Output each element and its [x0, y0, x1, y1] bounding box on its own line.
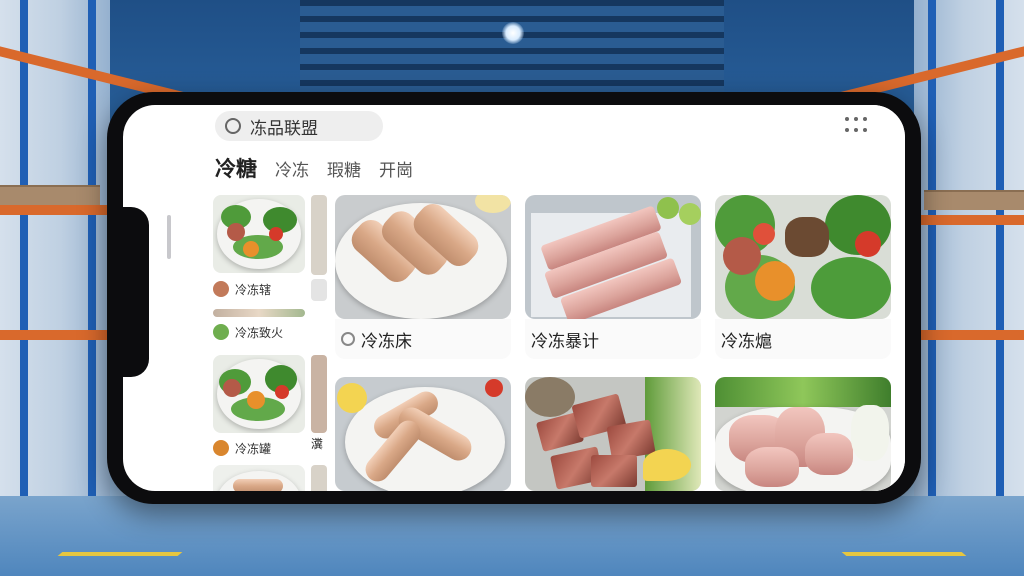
phone-device: 冻品联盟 冷糖 冷冻 瑕糖 开崗 冷冻辖 冷冻致火 冷冻罐 瀵 冷冻床 冷冻暴计… — [107, 92, 921, 504]
app-logo-icon — [225, 118, 241, 134]
warehouse-floor — [0, 496, 1024, 576]
rack-beam — [0, 330, 110, 340]
rack-beam — [0, 205, 110, 215]
sidebar-peek-column: 瀵 — [311, 195, 327, 491]
product-image — [715, 195, 891, 319]
sidebar-item-icon — [213, 324, 229, 340]
tab-0[interactable]: 冷糖 — [215, 153, 257, 183]
app-title: 冻品联盟 — [250, 118, 318, 139]
tag-icon — [341, 332, 355, 346]
product-card[interactable]: 冷冻暴计 — [525, 195, 701, 359]
sidebar-item-text: 冷冻致火 — [235, 325, 284, 340]
app-container: 冻品联盟 冷糖 冷冻 瑕糖 开崗 冷冻辖 冷冻致火 冷冻罐 瀵 冷冻床 冷冻暴计… — [199, 105, 905, 491]
category-sidebar: 冷冻辖 冷冻致火 冷冻罐 — [213, 195, 305, 491]
product-image — [525, 377, 701, 491]
sidebar-thumb[interactable] — [213, 465, 305, 491]
sidebar-item-icon — [213, 440, 229, 456]
product-card[interactable] — [525, 377, 701, 491]
sidebar-thumb[interactable] — [213, 355, 305, 433]
product-card[interactable] — [715, 377, 891, 491]
sidebar-item-label[interactable]: 冷冻辖 — [213, 278, 271, 300]
product-card[interactable]: 冷冻熩 — [715, 195, 891, 359]
ceiling-light — [502, 22, 524, 44]
product-image — [525, 195, 701, 319]
product-caption: 冷冻暴计 — [525, 319, 701, 359]
floor-stripe — [57, 552, 183, 556]
sidebar-item-label[interactable]: 冷冻致火 — [213, 321, 283, 343]
gesture-bar — [167, 215, 171, 259]
product-caption-text: 冷冻熩 — [721, 331, 772, 352]
pallet — [0, 185, 100, 205]
tab-2[interactable]: 瑕糖 — [327, 156, 361, 181]
sidebar-item-text: 冷冻辖 — [235, 282, 272, 297]
tab-3[interactable]: 开崗 — [379, 156, 413, 181]
rack-beam — [914, 330, 1024, 340]
search-bar[interactable]: 冻品联盟 — [215, 111, 383, 141]
phone-notch — [123, 207, 149, 377]
tab-1[interactable]: 冷冻 — [275, 156, 309, 181]
phone-screen: 冻品联盟 冷糖 冷冻 瑕糖 开崗 冷冻辖 冷冻致火 冷冻罐 瀵 冷冻床 冷冻暴计… — [123, 105, 905, 491]
product-caption-text: 冷冻暴计 — [531, 331, 599, 352]
sidebar-item-label[interactable]: 冷冻罐 — [213, 437, 271, 459]
product-caption-text: 冷冻床 — [361, 331, 412, 352]
product-caption: 冷冻床 — [335, 319, 511, 359]
product-caption: 冷冻熩 — [715, 319, 891, 359]
product-image — [335, 377, 511, 491]
rack-beam — [914, 215, 1024, 225]
category-tabs: 冷糖 冷冻 瑕糖 开崗 — [215, 153, 431, 183]
sidebar-item-icon — [213, 281, 229, 297]
product-image — [335, 195, 511, 319]
sidebar-peek-label: 瀵 — [311, 437, 324, 451]
product-card[interactable] — [335, 377, 511, 491]
pallet — [924, 190, 1024, 210]
sidebar-item-text: 冷冻罐 — [235, 441, 272, 456]
rack-upright — [996, 0, 1004, 520]
rack-upright — [20, 0, 28, 520]
more-dots-icon[interactable] — [845, 117, 867, 135]
sidebar-thumb-strip — [213, 309, 305, 317]
sidebar-thumb[interactable] — [213, 195, 305, 273]
product-image — [715, 377, 891, 491]
floor-stripe — [841, 552, 967, 556]
product-card[interactable]: 冷冻床 — [335, 195, 511, 359]
warehouse-ceiling — [300, 0, 724, 95]
